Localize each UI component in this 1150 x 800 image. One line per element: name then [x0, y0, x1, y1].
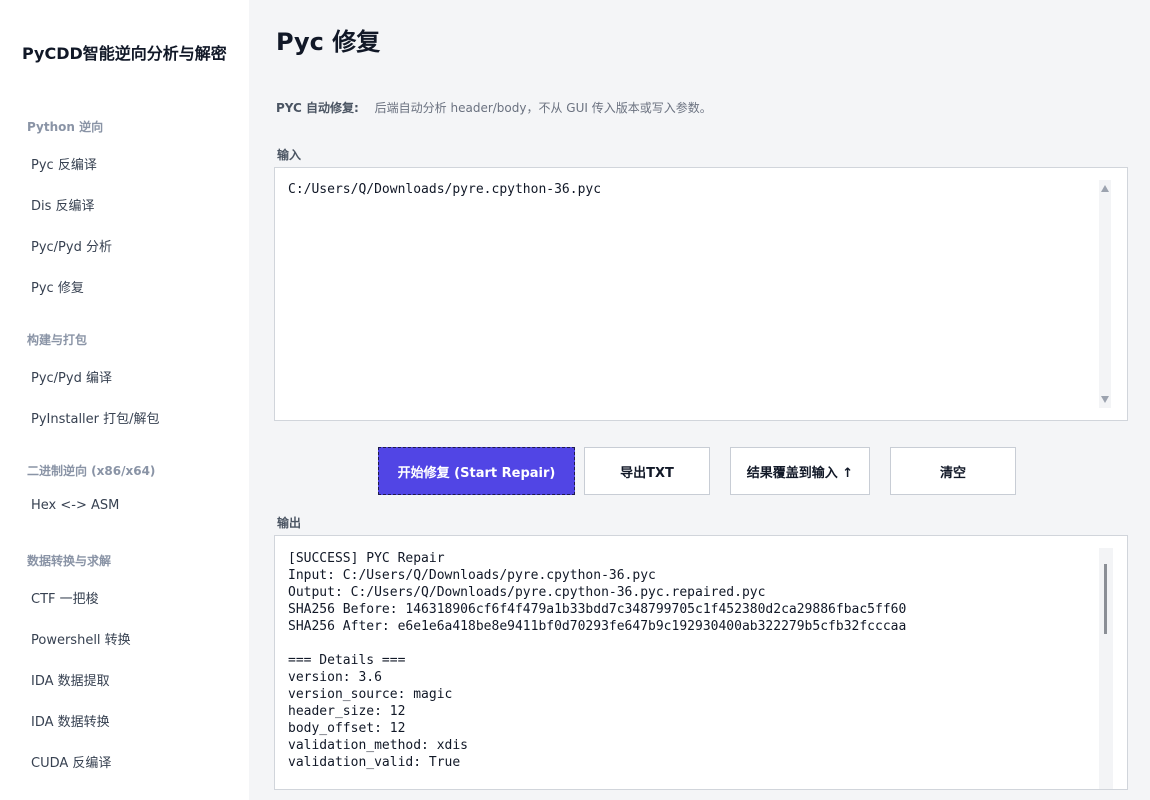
nav-item-pyc-pyd-analysis[interactable]: Pyc/Pyd 分析	[31, 236, 112, 255]
nav-section-data: 数据转换与求解	[27, 554, 112, 568]
output-line: [SUCCESS] PYC Repair	[288, 551, 445, 566]
start-repair-button[interactable]: 开始修复 (Start Repair)	[378, 447, 575, 495]
scroll-up-icon[interactable]	[1101, 185, 1109, 192]
export-txt-button[interactable]: 导出TXT	[584, 447, 710, 495]
nav-item-powershell[interactable]: Powershell 转换	[31, 629, 131, 648]
output-line: Output: C:/Users/Q/Downloads/pyre.cpytho…	[288, 585, 766, 600]
nav-item-dis-decompile[interactable]: Dis 反编译	[31, 195, 95, 214]
input-textarea[interactable]: C:/Users/Q/Downloads/pyre.cpython-36.pyc	[288, 180, 1100, 408]
hint-text: 后端自动分析 header/body，不从 GUI 传入版本或写入参数。	[374, 101, 712, 115]
nav-item-cuda[interactable]: CUDA 反编译	[31, 752, 111, 771]
nav-section-binary: 二进制逆向 (x86/x64)	[27, 464, 156, 478]
hint-label: PYC 自动修复:	[276, 101, 359, 115]
output-line: validation_valid: True	[288, 755, 461, 770]
nav-item-hex-asm[interactable]: Hex <-> ASM	[31, 498, 119, 513]
output-line: Input: C:/Users/Q/Downloads/pyre.cpython…	[288, 568, 656, 583]
nav-item-ida-extract[interactable]: IDA 数据提取	[31, 670, 110, 689]
scroll-down-icon[interactable]	[1101, 396, 1109, 403]
input-scrollbar[interactable]	[1099, 180, 1111, 408]
app-title: PyCDD智能逆向分析与解密	[22, 44, 227, 63]
nav-item-pyc-repair[interactable]: Pyc 修复	[31, 277, 84, 296]
output-line: version: 3.6	[288, 670, 382, 685]
output-line: body_offset: 12	[288, 721, 406, 736]
overwrite-input-button[interactable]: 结果覆盖到输入 ↑	[730, 447, 870, 495]
hint-row: PYC 自动修复: 后端自动分析 header/body，不从 GUI 传入版本…	[276, 99, 712, 116]
clear-button[interactable]: 清空	[890, 447, 1016, 495]
output-label: 输出	[277, 516, 302, 530]
sidebar: PyCDD智能逆向分析与解密 Python 逆向 Pyc 反编译 Dis 反编译…	[0, 0, 249, 800]
output-line: validation_method: xdis	[288, 738, 469, 753]
nav-item-ctf[interactable]: CTF 一把梭	[31, 588, 99, 607]
nav-item-pyc-pyd-compile[interactable]: Pyc/Pyd 编译	[31, 367, 112, 386]
input-label: 输入	[277, 148, 302, 162]
nav-item-ida-convert[interactable]: IDA 数据转换	[31, 711, 110, 730]
output-line: header_size: 12	[288, 704, 406, 719]
main-panel: Pyc 修复 PYC 自动修复: 后端自动分析 header/body，不从 G…	[249, 0, 1150, 800]
output-scrollbar[interactable]	[1099, 548, 1113, 789]
nav-section-build: 构建与打包	[27, 333, 88, 347]
output-box: [SUCCESS] PYC Repair Input: C:/Users/Q/Do…	[274, 535, 1128, 790]
output-text[interactable]: [SUCCESS] PYC Repair Input: C:/Users/Q/Do…	[288, 548, 1098, 789]
output-line: SHA256 Before: 146318906cf6f4f479a1b33bd…	[288, 602, 907, 617]
page-title: Pyc 修复	[276, 28, 381, 56]
nav-section-python: Python 逆向	[27, 120, 104, 134]
nav-item-pyinstaller[interactable]: PyInstaller 打包/解包	[31, 408, 160, 427]
output-line: === Details ===	[288, 653, 406, 668]
input-box: C:/Users/Q/Downloads/pyre.cpython-36.pyc	[274, 167, 1128, 421]
output-line: version_source: magic	[288, 687, 453, 702]
output-line: SHA256 After: e6e1e6a418be8e9411bf0d7029…	[288, 619, 907, 634]
nav-item-pyc-decompile[interactable]: Pyc 反编译	[31, 154, 97, 173]
output-scroll-thumb[interactable]	[1104, 564, 1107, 634]
